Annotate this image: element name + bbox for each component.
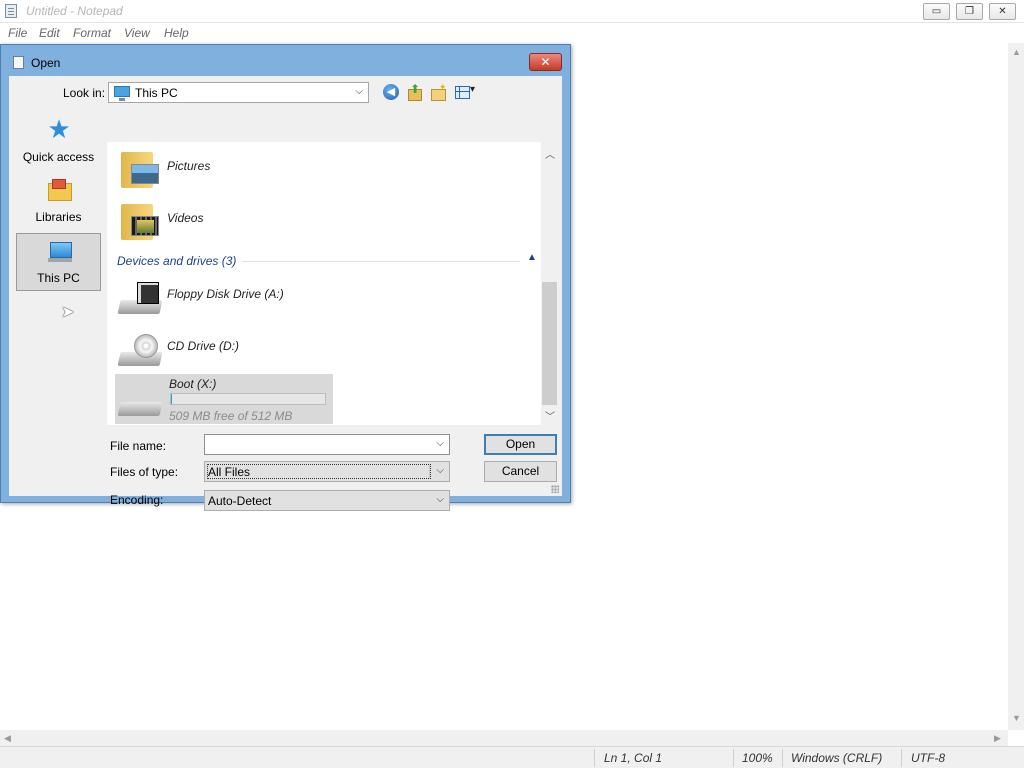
hard-drive-icon: [119, 384, 163, 418]
notepad-titlebar: Untitled - Notepad ▭ ❐ ✕: [0, 0, 1024, 23]
cancel-button[interactable]: Cancel: [484, 461, 557, 482]
chevron-down-icon[interactable]: ﹀: [545, 408, 555, 423]
file-name-label: File name:: [110, 439, 167, 453]
encoding-label: Encoding:: [110, 493, 164, 507]
menu-view[interactable]: View: [124, 26, 150, 40]
drive-usage-bar: [170, 393, 326, 405]
group-divider: [242, 261, 520, 262]
dropdown-separator: [429, 464, 430, 479]
back-icon[interactable]: ◀: [383, 84, 399, 100]
scrollbar-thumb[interactable]: [542, 282, 557, 405]
chevron-down-icon: ⌵: [355, 86, 363, 97]
place-quick-access[interactable]: ★ Quick access: [16, 111, 101, 169]
restore-button[interactable]: ❐: [956, 3, 983, 20]
look-in-label: Look in:: [63, 86, 106, 100]
drive-usage-fill: [171, 394, 172, 404]
status-separator: [594, 749, 595, 767]
notepad-app-icon: [5, 4, 17, 18]
menu-format[interactable]: Format: [73, 26, 111, 40]
devices-group-header[interactable]: Devices and drives (3) ▲: [117, 252, 537, 268]
status-separator: [782, 749, 783, 767]
chevron-up-icon[interactable]: ︿: [545, 146, 555, 161]
dialog-document-icon: [13, 56, 24, 69]
menu-help[interactable]: Help: [164, 26, 189, 40]
menu-edit[interactable]: Edit: [39, 26, 60, 40]
libraries-icon: [46, 177, 72, 201]
status-separator: [733, 749, 734, 767]
view-menu-icon[interactable]: [454, 84, 478, 100]
new-folder-icon[interactable]: [430, 82, 447, 101]
look-in-dropdown[interactable]: This PC ⌵: [108, 82, 369, 103]
dialog-title: Open: [31, 56, 61, 70]
chevron-down-icon[interactable]: ⌵: [436, 438, 444, 449]
status-encoding: UTF-8: [911, 751, 945, 765]
file-name-input[interactable]: ⌵: [204, 434, 450, 455]
videos-folder-icon: [121, 202, 159, 240]
chevron-down-icon: ⌵: [436, 465, 444, 476]
up-folder-icon[interactable]: [406, 82, 422, 101]
list-item-pictures[interactable]: Pictures: [115, 146, 330, 192]
place-label: This PC: [37, 271, 80, 285]
status-cursor-position: Ln 1, Col 1: [604, 751, 663, 765]
place-label: Quick access: [22, 150, 95, 164]
list-item-cd-drive[interactable]: CD Drive (D:): [115, 326, 330, 372]
open-dialog: Open ✕ Look in: This PC ⌵ ◀ ★ Quick acce…: [0, 44, 571, 511]
item-label: Floppy Disk Drive (A:): [167, 287, 284, 301]
status-zoom: 100%: [742, 751, 773, 765]
encoding-value: Auto-Detect: [208, 494, 272, 508]
list-item-boot-drive[interactable]: Boot (X:) 509 MB free of 512 MB: [115, 374, 333, 424]
computer-icon: [47, 240, 73, 264]
scroll-right-icon[interactable]: ▶: [994, 733, 1001, 744]
item-label: Pictures: [167, 159, 211, 173]
file-list-scrollbar[interactable]: ︿ ﹀: [541, 142, 558, 425]
dialog-close-button[interactable]: ✕: [529, 53, 562, 71]
floppy-drive-icon: [119, 282, 163, 316]
chevron-down-icon: ⌵: [436, 494, 444, 505]
place-label: Libraries: [35, 210, 82, 224]
scroll-up-icon[interactable]: ▲: [1012, 47, 1021, 57]
files-of-type-dropdown[interactable]: All Files ⌵: [204, 461, 450, 482]
item-label: Videos: [167, 211, 204, 225]
status-bar: Ln 1, Col 1 100% Windows (CRLF) UTF-8: [0, 746, 1024, 768]
encoding-dropdown[interactable]: Auto-Detect ⌵: [204, 490, 450, 511]
notepad-title: Untitled - Notepad: [26, 4, 123, 18]
file-list[interactable]: Pictures Videos Devices and drives (3) ▲…: [107, 142, 557, 425]
look-in-value: This PC: [135, 86, 178, 100]
list-item-videos[interactable]: Videos: [115, 198, 330, 244]
scroll-left-icon[interactable]: ◀: [4, 733, 11, 744]
menu-file[interactable]: File: [8, 26, 27, 40]
computer-icon: [114, 86, 130, 101]
mouse-cursor-icon: ➤: [61, 304, 75, 321]
status-line-ending: Windows (CRLF): [791, 751, 883, 765]
close-window-button[interactable]: ✕: [989, 3, 1016, 20]
editor-vertical-scrollbar[interactable]: ▲ ▼: [1008, 43, 1024, 730]
scroll-down-icon[interactable]: ▼: [1012, 713, 1021, 723]
item-label: Boot (X:): [169, 377, 217, 391]
notepad-menubar: File Edit Format View Help: [0, 23, 1024, 43]
chevron-up-icon[interactable]: ▲: [527, 252, 537, 263]
minimize-button[interactable]: ▭: [923, 3, 950, 20]
list-item-floppy-drive[interactable]: Floppy Disk Drive (A:): [115, 274, 330, 320]
places-bar: ★ Quick access Libraries This PC: [9, 111, 106, 391]
drive-free-space: 509 MB free of 512 MB: [169, 409, 293, 423]
dialog-body: Look in: This PC ⌵ ◀ ★ Quick access Libr…: [9, 76, 562, 511]
item-label: CD Drive (D:): [167, 339, 239, 353]
pictures-folder-icon: [121, 150, 159, 188]
star-icon: ★: [47, 114, 71, 144]
resize-grip-icon[interactable]: [551, 485, 559, 493]
group-header-text: Devices and drives (3): [117, 254, 237, 268]
status-separator: [901, 749, 902, 767]
place-libraries[interactable]: Libraries: [16, 171, 101, 229]
cd-drive-icon: [119, 334, 163, 368]
place-this-pc[interactable]: This PC: [16, 233, 101, 291]
editor-horizontal-scrollbar[interactable]: ◀ ▶: [0, 730, 1008, 746]
files-of-type-label: Files of type:: [110, 465, 179, 479]
files-of-type-value: All Files: [208, 465, 251, 479]
open-button[interactable]: Open: [484, 434, 557, 455]
